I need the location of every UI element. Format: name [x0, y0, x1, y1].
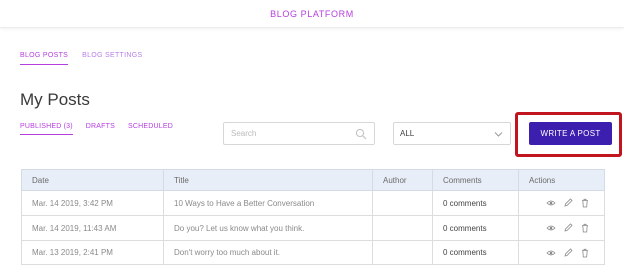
chevron-down-icon: [494, 132, 503, 137]
search-input[interactable]: [231, 123, 351, 144]
tab-scheduled[interactable]: SCHEDULED: [128, 123, 173, 135]
post-title[interactable]: 10 Ways to Have a Better Conversation: [163, 190, 373, 216]
eye-icon[interactable]: [546, 198, 556, 208]
post-comments[interactable]: 0 comments: [432, 190, 519, 216]
pencil-icon[interactable]: [563, 198, 573, 208]
tab-blog-settings[interactable]: BLOG SETTINGS: [82, 52, 142, 65]
trash-icon[interactable]: [580, 248, 590, 258]
post-actions: [518, 240, 605, 265]
tab-drafts[interactable]: DRAFTS: [86, 123, 115, 135]
filter-selected-value: ALL: [400, 129, 415, 138]
post-author: [372, 190, 433, 216]
post-status-tabs: PUBLISHED (3) DRAFTS SCHEDULED: [20, 123, 173, 135]
tab-published[interactable]: PUBLISHED (3): [20, 123, 73, 135]
trash-icon[interactable]: [580, 198, 590, 208]
post-author: [372, 215, 433, 241]
post-title[interactable]: Don't worry too much about it.: [163, 240, 373, 265]
post-comments[interactable]: 0 comments: [432, 215, 519, 241]
post-title[interactable]: Do you? Let us know what you think.: [163, 215, 373, 241]
column-header-actions: Actions: [518, 169, 605, 191]
post-date: Mar. 14 2019, 11:43 AM: [21, 215, 164, 241]
pencil-icon[interactable]: [563, 223, 573, 233]
search-icon[interactable]: [355, 128, 367, 140]
column-header-author[interactable]: Author: [372, 169, 433, 191]
table-row: Mar. 13 2019, 2:41 PM Don't worry too mu…: [21, 240, 605, 265]
table-row: Mar. 14 2019, 3:42 PM 10 Ways to Have a …: [21, 190, 605, 216]
eye-icon[interactable]: [546, 248, 556, 258]
post-comments[interactable]: 0 comments: [432, 240, 519, 265]
app-title: BLOG PLATFORM: [270, 8, 354, 19]
post-author: [372, 240, 433, 265]
post-actions: [518, 215, 605, 241]
page-title: My Posts: [20, 90, 90, 109]
table-header-row: Date Title Author Comments Actions: [21, 169, 605, 191]
post-date: Mar. 13 2019, 2:41 PM: [21, 240, 164, 265]
eye-icon[interactable]: [546, 223, 556, 233]
column-header-comments[interactable]: Comments: [432, 169, 519, 191]
tab-blog-posts[interactable]: BLOG POSTS: [20, 52, 69, 65]
post-actions: [518, 190, 605, 216]
top-header-bar: BLOG PLATFORM: [0, 0, 624, 28]
section-tabs: BLOG POSTS BLOG SETTINGS: [20, 52, 142, 65]
column-header-date[interactable]: Date: [21, 169, 164, 191]
write-a-post-button[interactable]: WRITE A POST: [529, 122, 612, 145]
status-filter-select[interactable]: ALL: [393, 122, 511, 145]
search-box: [223, 122, 375, 145]
post-date: Mar. 14 2019, 3:42 PM: [21, 190, 164, 216]
table-row: Mar. 14 2019, 11:43 AM Do you? Let us kn…: [21, 215, 605, 241]
trash-icon[interactable]: [580, 223, 590, 233]
column-header-title[interactable]: Title: [163, 169, 373, 191]
posts-table: Date Title Author Comments Actions Mar. …: [21, 169, 605, 265]
pencil-icon[interactable]: [563, 247, 573, 258]
